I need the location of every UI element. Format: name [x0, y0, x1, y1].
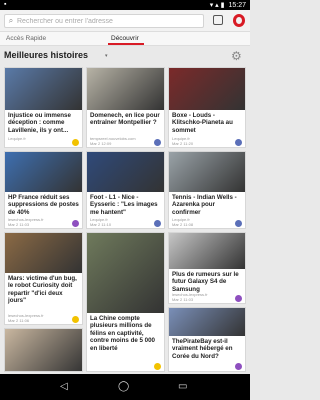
story-source: Lequipe.fr	[8, 136, 26, 141]
story-title: Boxe - Louds - Klitschko-Pianeta au somm…	[172, 112, 233, 134]
home-icon[interactable]: ◯	[118, 381, 129, 392]
status-bar: ▪ ▾ ▴ ▮ 15:27	[0, 0, 250, 10]
section-header: Meilleures histoires ▾ ⚙	[0, 46, 250, 66]
search-icon: ⌕	[8, 16, 14, 25]
story-image	[169, 233, 245, 269]
tab-acces-rapide[interactable]: Accès Rapide	[6, 35, 46, 42]
story-date: Mar 2 11:20	[172, 141, 194, 146]
story-title: HP France réduit ses suppressions de pos…	[8, 194, 79, 216]
section-title[interactable]: Meilleures histoires	[4, 50, 88, 60]
story-image	[5, 152, 82, 192]
story-card[interactable]: La Chine compte plusieurs millions de fé…	[86, 232, 165, 372]
opera-logo-icon[interactable]	[233, 14, 245, 27]
story-image	[169, 68, 245, 110]
source-badge-icon	[72, 139, 79, 146]
source-badge-icon	[154, 220, 161, 227]
back-icon[interactable]: ◁	[60, 381, 68, 392]
story-card[interactable]: Mars: victime d'un bug, le robot Curiosi…	[4, 232, 83, 325]
story-date: Mar 2 11:08	[172, 222, 194, 227]
source-badge-icon	[235, 295, 242, 302]
story-card[interactable]: Tennis - Indian Wells - Azarenka pour co…	[168, 151, 246, 229]
story-date: Mar 2 12:09	[90, 141, 112, 146]
story-image	[87, 68, 164, 110]
story-title: ThePirateBay est-il vraiment hébergé en …	[172, 338, 233, 360]
story-card[interactable]: Foot - L1 - Nice - Eysseric : "Les image…	[86, 151, 165, 229]
story-date: Mar 2 11:03	[172, 297, 194, 302]
search-placeholder: Rechercher ou entrer l'adresse	[17, 17, 113, 25]
story-title: Mars: victime d'un bug, le robot Curiosi…	[8, 275, 77, 305]
story-date: Mar 2 11:03	[8, 222, 30, 227]
system-nav-bar: ◁ ◯ ▭	[0, 374, 250, 400]
story-card[interactable]: Injustice ou immense déception : comme L…	[4, 67, 83, 148]
source-badge-icon	[154, 363, 161, 370]
story-card[interactable]	[4, 328, 83, 372]
notification-icon: ▪	[4, 1, 7, 8]
story-title: La Chine compte plusieurs millions de fé…	[90, 315, 155, 352]
clock: 15:27	[228, 1, 246, 9]
recent-apps-icon[interactable]: ▭	[178, 381, 187, 392]
story-card[interactable]: Boxe - Louds - Klitschko-Pianeta au somm…	[168, 67, 246, 148]
source-badge-icon	[235, 139, 242, 146]
story-date: Mar 2 11:10	[90, 222, 112, 227]
source-badge-icon	[235, 220, 242, 227]
story-image	[87, 233, 164, 313]
story-card[interactable]: ThePirateBay est-il vraiment hébergé en …	[168, 307, 246, 372]
tab-bar: Accès Rapide Découvrir	[0, 32, 250, 46]
story-image	[5, 233, 82, 273]
tab-decouvrir[interactable]: Découvrir	[111, 35, 139, 42]
story-card[interactable]: Domenech, en lice pour entraîner Montpel…	[86, 67, 165, 148]
status-icons: ▾ ▴ ▮	[209, 2, 225, 9]
active-tab-indicator	[108, 43, 144, 45]
source-badge-icon	[72, 316, 79, 323]
story-image	[169, 308, 245, 336]
source-badge-icon	[72, 220, 79, 227]
gear-icon[interactable]: ⚙	[231, 49, 242, 63]
story-date: Mar 2 11:06	[8, 318, 30, 323]
story-image	[87, 152, 164, 192]
story-card[interactable]: Plus de rumeurs sur le futur Galaxy S4 d…	[168, 232, 246, 304]
story-image	[5, 329, 82, 371]
story-title: Foot - L1 - Nice - Eysseric : "Les image…	[90, 194, 158, 216]
story-image	[5, 68, 82, 110]
story-title: Injustice ou immense déception : comme L…	[8, 112, 71, 134]
story-image	[169, 152, 245, 192]
source-badge-icon	[154, 139, 161, 146]
chevron-down-icon[interactable]: ▾	[105, 53, 108, 59]
search-input[interactable]: ⌕ Rechercher ou entrer l'adresse	[4, 14, 204, 28]
story-title: Domenech, en lice pour entraîner Montpel…	[90, 112, 160, 127]
source-badge-icon	[235, 363, 242, 370]
story-title: Tennis - Indian Wells - Azarenka pour co…	[172, 194, 237, 216]
address-bar: ⌕ Rechercher ou entrer l'adresse	[0, 10, 250, 32]
tabs-icon[interactable]	[213, 15, 223, 25]
story-card[interactable]: HP France réduit ses suppressions de pos…	[4, 151, 83, 229]
